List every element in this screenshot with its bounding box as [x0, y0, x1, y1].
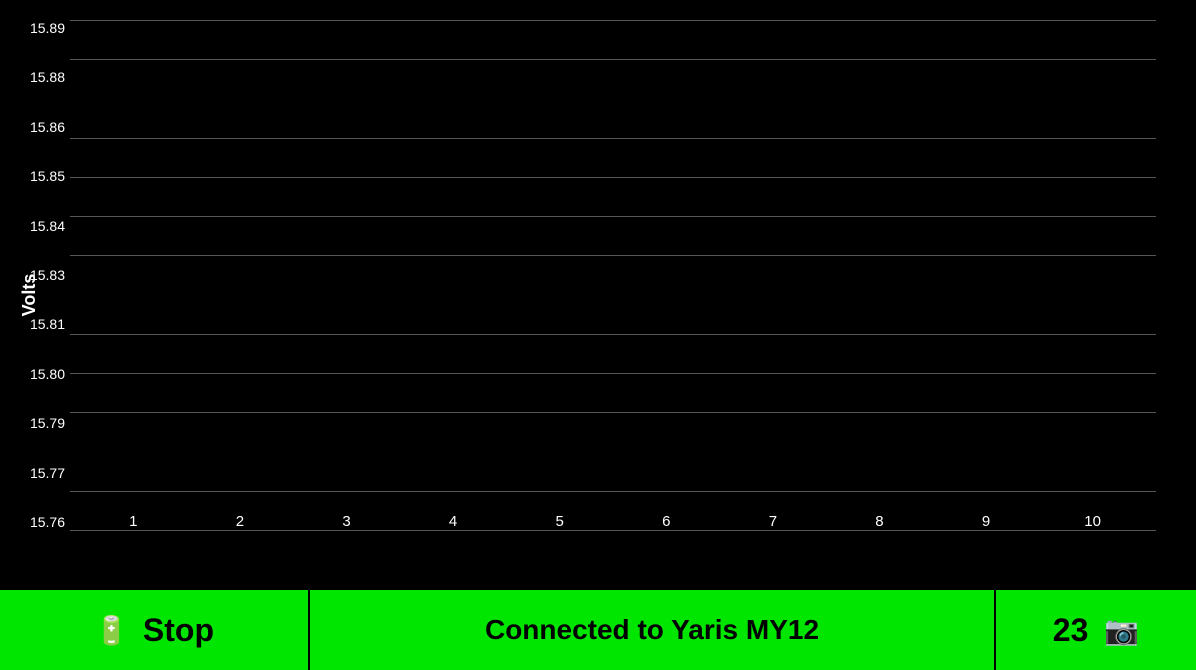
bar-group: 8 [826, 507, 933, 530]
battery-icon: 🔋 [94, 614, 129, 647]
bar-group: 7 [720, 507, 827, 530]
bar-group: 4 [400, 507, 507, 530]
y-axis-tick-label: 15.85 [15, 168, 65, 184]
bar-x-label: 2 [236, 513, 244, 530]
chart-area: Volts 15.8915.8815.8615.8515.8415.8315.8… [0, 0, 1196, 590]
y-axis-tick-label: 15.89 [15, 20, 65, 36]
toolbar-center: Connected to Yaris MY12 [310, 590, 996, 670]
bar-x-label: 6 [662, 513, 670, 530]
grid-line [70, 530, 1156, 531]
y-axis-tick-label: 15.83 [15, 267, 65, 283]
toolbar-right: 23 📷 [996, 590, 1196, 670]
y-axis-tick-label: 15.76 [15, 514, 65, 530]
chart-inner: 15.8915.8815.8615.8515.8415.8315.8115.80… [70, 20, 1156, 530]
bar-x-label: 10 [1084, 513, 1101, 530]
connected-label: Connected to Yaris MY12 [485, 614, 819, 646]
bar-x-label: 3 [342, 513, 350, 530]
bar-group: 10 [1039, 507, 1146, 530]
bar-x-label: 4 [449, 513, 457, 530]
bar-group: 6 [613, 507, 720, 530]
y-axis-tick-label: 15.88 [15, 69, 65, 85]
bar-group: 3 [293, 507, 400, 530]
bar-x-label: 8 [875, 513, 883, 530]
bar-group: 5 [506, 507, 613, 530]
bar-group: 2 [187, 507, 294, 530]
toolbar-left[interactable]: 🔋 Stop [0, 590, 310, 670]
y-axis-tick-label: 15.86 [15, 119, 65, 135]
bar-x-label: 7 [769, 513, 777, 530]
bar-group: 9 [933, 507, 1040, 530]
y-axis-tick-label: 15.84 [15, 218, 65, 234]
y-axis-tick-label: 15.81 [15, 316, 65, 332]
y-axis-tick-label: 15.77 [15, 465, 65, 481]
camera-icon[interactable]: 📷 [1104, 614, 1139, 647]
y-axis-tick-label: 15.80 [15, 366, 65, 382]
toolbar: 🔋 Stop Connected to Yaris MY12 23 📷 [0, 590, 1196, 670]
bar-group: 1 [80, 507, 187, 530]
bar-x-label: 5 [556, 513, 564, 530]
bar-x-label: 1 [129, 513, 137, 530]
stop-button-label[interactable]: Stop [143, 612, 214, 649]
bar-x-label: 9 [982, 513, 990, 530]
count-label: 23 [1053, 612, 1089, 649]
y-axis-tick-label: 15.79 [15, 415, 65, 431]
